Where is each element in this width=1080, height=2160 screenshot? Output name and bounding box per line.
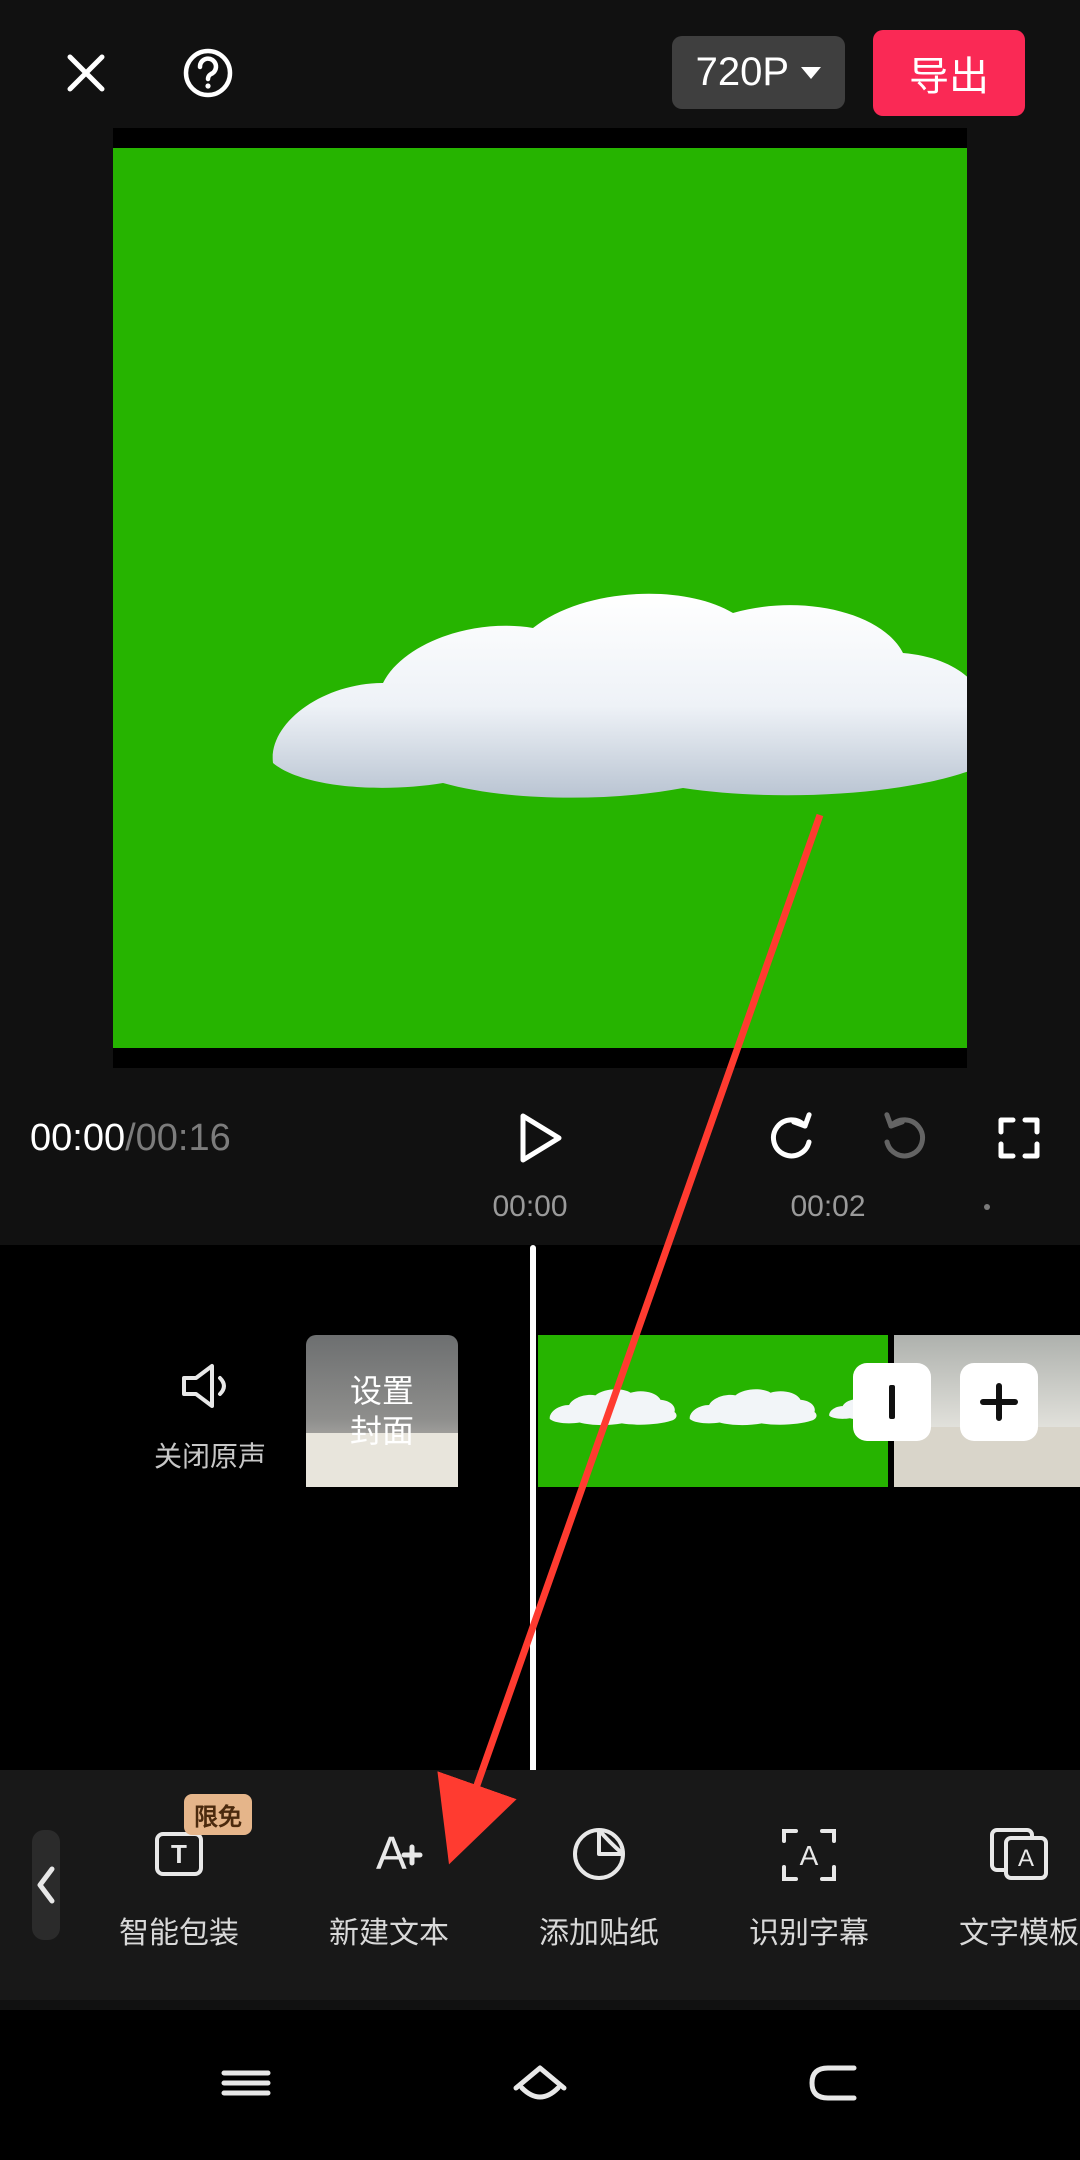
tool-label: 文字模板 xyxy=(959,1908,1079,1952)
plus-icon xyxy=(977,1380,1021,1424)
cloud-thumbnail-icon xyxy=(548,1381,678,1436)
tool-add-sticker[interactable]: 添加贴纸 xyxy=(520,1818,678,1952)
export-label: 导出 xyxy=(909,55,989,99)
add-clip-button[interactable] xyxy=(960,1363,1038,1441)
svg-text:A: A xyxy=(376,1827,407,1879)
sticker-icon xyxy=(569,1824,629,1884)
preview-area[interactable] xyxy=(113,128,967,1068)
chevron-down-icon xyxy=(801,67,821,79)
export-button[interactable]: 导出 xyxy=(873,30,1025,116)
new-text-icon: A xyxy=(354,1825,424,1883)
svg-text:T: T xyxy=(171,1839,187,1869)
nav-home-icon xyxy=(508,2058,572,2108)
ruler-mark: 00:02 xyxy=(790,1190,865,1224)
resolution-label: 720P xyxy=(696,50,789,95)
svg-text:A: A xyxy=(800,1840,819,1871)
video-canvas xyxy=(113,148,967,1048)
fullscreen-icon xyxy=(995,1114,1043,1162)
nav-home-button[interactable] xyxy=(508,2058,572,2113)
badge-limited-free: 限免 xyxy=(184,1794,252,1835)
bottom-toolbar: 限免 T 智能包装 A 新建文本 添加贴纸 A 识别字幕 A xyxy=(0,1770,1080,2000)
chevron-left-icon xyxy=(32,1863,60,1907)
set-cover-button[interactable]: 设置 封面 xyxy=(306,1335,458,1487)
timeline-area[interactable]: 关闭原声 设置 封面 xyxy=(0,1245,1080,1770)
time-separator: / xyxy=(125,1117,136,1160)
ruler-dot xyxy=(984,1204,990,1210)
timeline-ruler[interactable]: 00:00 00:02 xyxy=(0,1190,1080,1240)
tool-label: 智能包装 xyxy=(119,1908,239,1952)
mute-audio-button[interactable]: 关闭原声 xyxy=(150,1360,270,1475)
transition-button[interactable] xyxy=(853,1363,931,1441)
cloud-thumbnail-icon xyxy=(688,1381,818,1436)
close-icon xyxy=(62,49,110,97)
nav-recents-icon xyxy=(216,2061,276,2105)
tool-label: 识别字幕 xyxy=(749,1908,869,1952)
playback-controls: 00:00 / 00:16 xyxy=(0,1098,1080,1178)
undo-button[interactable] xyxy=(760,1107,822,1169)
nav-back-button[interactable] xyxy=(804,2060,864,2111)
toolbar-back-button[interactable] xyxy=(32,1830,60,1940)
svg-text:A: A xyxy=(1018,1845,1034,1872)
redo-button[interactable] xyxy=(874,1107,936,1169)
tool-label: 新建文本 xyxy=(329,1908,449,1952)
tool-new-text[interactable]: A 新建文本 xyxy=(310,1818,468,1952)
help-icon xyxy=(182,47,234,99)
system-nav-bar xyxy=(0,2010,1080,2160)
text-template-icon: A xyxy=(986,1824,1052,1884)
nav-recents-button[interactable] xyxy=(216,2061,276,2110)
timeline-clip-1[interactable] xyxy=(538,1335,888,1487)
total-time: 00:16 xyxy=(136,1117,231,1160)
cloud-image xyxy=(263,588,967,818)
play-button[interactable] xyxy=(509,1107,571,1169)
top-header: 720P 导出 xyxy=(0,20,1080,125)
cover-line1: 设置 xyxy=(350,1371,414,1411)
tool-text-template[interactable]: A 文字模板 xyxy=(940,1818,1080,1952)
current-time: 00:00 xyxy=(30,1117,125,1160)
close-button[interactable] xyxy=(55,42,117,104)
play-icon xyxy=(517,1112,563,1164)
cover-line2: 封面 xyxy=(350,1411,414,1451)
ruler-mark: 00:00 xyxy=(492,1190,567,1224)
transition-icon xyxy=(877,1381,907,1423)
resolution-select[interactable]: 720P xyxy=(672,36,845,109)
speaker-icon xyxy=(180,1360,240,1412)
nav-back-icon xyxy=(804,2060,864,2106)
tool-recognize-subtitles[interactable]: A 识别字幕 xyxy=(730,1818,888,1952)
redo-icon xyxy=(879,1112,931,1164)
playhead[interactable] xyxy=(530,1245,536,1805)
recognize-subtitles-icon: A xyxy=(778,1823,840,1885)
help-button[interactable] xyxy=(177,42,239,104)
tool-smart-packaging[interactable]: 限免 T 智能包装 xyxy=(100,1818,258,1952)
mute-label: 关闭原声 xyxy=(150,1435,270,1475)
tool-label: 添加贴纸 xyxy=(539,1908,659,1952)
fullscreen-button[interactable] xyxy=(988,1107,1050,1169)
undo-icon xyxy=(765,1112,817,1164)
